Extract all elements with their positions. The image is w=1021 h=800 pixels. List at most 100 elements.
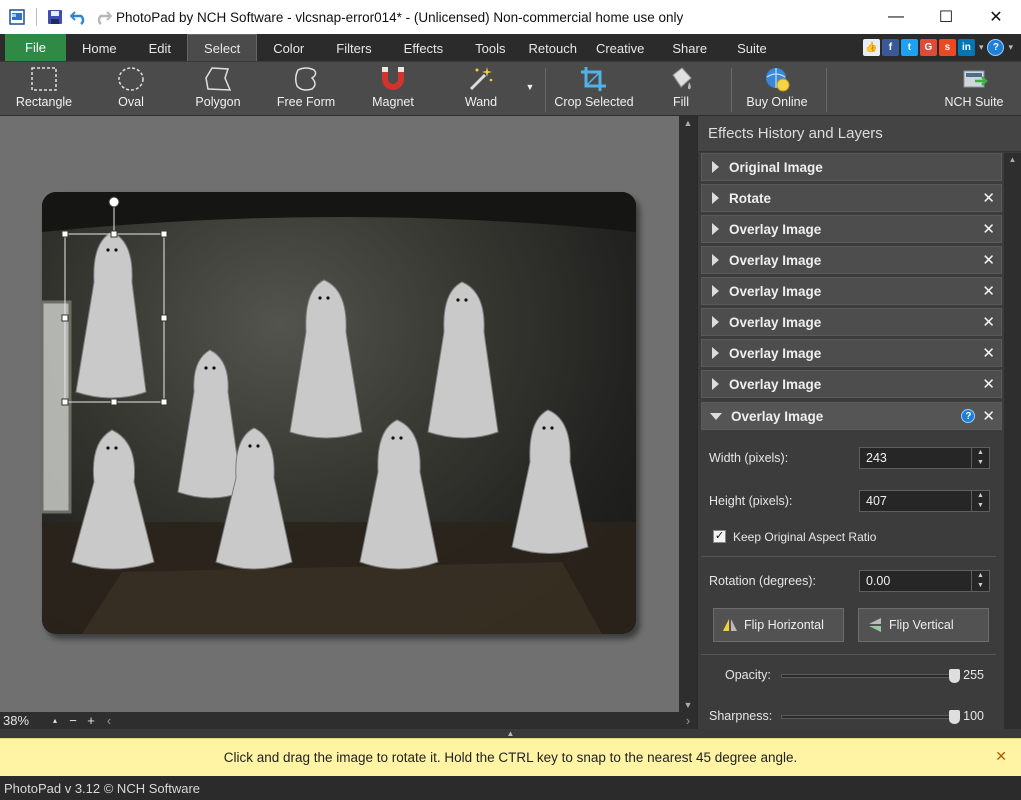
crop-selected-button[interactable]: Crop Selected (554, 64, 634, 114)
tab-select[interactable]: Select (187, 34, 258, 61)
layer-item[interactable]: Original Image (701, 153, 1002, 181)
layer-item[interactable]: Overlay Image ✕ (701, 339, 1002, 367)
splitter-up-icon[interactable]: ▲ (507, 729, 515, 738)
chevron-down-icon[interactable]: ▾ (979, 42, 984, 53)
rectangle-select-icon (30, 64, 58, 94)
redo-icon[interactable] (94, 8, 112, 26)
undo-icon[interactable] (70, 8, 88, 26)
close-button[interactable]: ✕ (971, 0, 1021, 34)
status-bar: PhotoPad v 3.12 © NCH Software (0, 776, 1021, 800)
layer-item[interactable]: Overlay Image ✕ (701, 215, 1002, 243)
remove-icon[interactable]: ✕ (982, 251, 995, 269)
tab-edit[interactable]: Edit (133, 35, 187, 61)
remove-icon[interactable]: ✕ (982, 313, 995, 331)
fill-button[interactable]: Fill (664, 64, 698, 114)
height-field[interactable]: 407 ▲ ▼ (859, 490, 990, 512)
tab-tools[interactable]: Tools (459, 35, 521, 61)
tab-suite[interactable]: Suite (723, 35, 781, 61)
layer-item[interactable]: Overlay Image ✕ (701, 308, 1002, 336)
panel-splitter[interactable]: ▲ (0, 729, 1021, 738)
canvas-vertical-scrollbar[interactable]: ▲ ▼ (679, 116, 697, 712)
buy-online-button[interactable]: Buy Online (745, 64, 809, 114)
layer-item[interactable]: Rotate ✕ (701, 184, 1002, 212)
spin-down-icon[interactable]: ▼ (972, 581, 989, 591)
layer-item[interactable]: Overlay Image ✕ (701, 246, 1002, 274)
remove-icon[interactable]: ✕ (982, 344, 995, 362)
slider-thumb[interactable] (949, 710, 960, 724)
wand-button[interactable]: Wand (460, 64, 502, 114)
expand-icon (712, 378, 719, 390)
magnet-button[interactable]: Magnet (368, 64, 418, 114)
layer-item-active[interactable]: Overlay Image ? ✕ (701, 402, 1002, 430)
tab-filters[interactable]: Filters (320, 35, 387, 61)
tab-color[interactable]: Color (257, 35, 320, 61)
twitter-icon[interactable]: t (900, 38, 918, 56)
title-separator (35, 8, 37, 26)
scroll-down-icon[interactable]: ▼ (679, 700, 697, 710)
help-icon[interactable]: ? (987, 38, 1005, 56)
rotation-field[interactable]: 0.00 ▲ ▼ (859, 570, 990, 592)
panel-scrollbar[interactable]: ▲ (1004, 153, 1021, 729)
linkedin-icon[interactable]: in (957, 38, 975, 56)
fill-label: Fill (673, 95, 689, 109)
flip-horizontal-button[interactable]: Flip Horizontal (713, 608, 844, 642)
rotation-value[interactable]: 0.00 (860, 571, 971, 591)
polygon-select-icon (204, 64, 232, 94)
spin-up-icon[interactable]: ▲ (972, 571, 989, 581)
sharpness-slider[interactable] (781, 710, 960, 724)
width-value[interactable]: 243 (860, 448, 971, 468)
flip-vertical-button[interactable]: Flip Vertical (858, 608, 989, 642)
remove-icon[interactable]: ✕ (982, 189, 995, 207)
tab-file[interactable]: File (5, 34, 66, 61)
close-hint-icon[interactable]: ✕ (995, 748, 1007, 765)
width-field[interactable]: 243 ▲ ▼ (859, 447, 990, 469)
zoom-in-button[interactable]: + (82, 713, 100, 728)
scroll-right-icon[interactable]: › (679, 713, 697, 728)
zoom-out-button[interactable]: − (64, 713, 82, 728)
crop-selected-label: Crop Selected (554, 95, 634, 109)
spin-up-icon[interactable]: ▲ (972, 491, 989, 501)
zoom-dropdown-icon[interactable]: ▴ (46, 716, 64, 725)
canvas-horizontal-scrollbar: 38% ▴ − + ‹ › (0, 712, 697, 729)
help-icon[interactable]: ? (961, 409, 976, 423)
zoom-level[interactable]: 38% (0, 713, 46, 728)
help-dropdown-icon[interactable]: ▾ (1008, 42, 1013, 53)
stumbleupon-icon[interactable]: s (938, 38, 956, 56)
remove-icon[interactable]: ✕ (982, 282, 995, 300)
tab-home[interactable]: Home (66, 35, 133, 61)
app-icon[interactable] (8, 8, 26, 26)
magic-wand-icon (467, 64, 495, 94)
minimize-button[interactable]: — (871, 0, 921, 34)
maximize-button[interactable]: ☐ (921, 0, 971, 34)
panel-scroll-up-icon[interactable]: ▲ (1004, 155, 1021, 164)
spin-down-icon[interactable]: ▼ (972, 501, 989, 511)
layer-item[interactable]: Overlay Image ✕ (701, 370, 1002, 398)
slider-thumb[interactable] (949, 669, 960, 683)
save-icon[interactable] (46, 8, 64, 26)
nch-suite-button[interactable]: NCH Suite (943, 64, 1005, 114)
photo-image[interactable] (42, 192, 636, 634)
tab-creative[interactable]: Creative (584, 35, 656, 61)
remove-icon[interactable]: ✕ (982, 407, 995, 425)
spin-down-icon[interactable]: ▼ (972, 458, 989, 468)
opacity-slider[interactable] (781, 669, 960, 683)
keep-aspect-checkbox[interactable]: ✓ (713, 530, 726, 543)
scroll-up-icon[interactable]: ▲ (679, 118, 697, 128)
spin-up-icon[interactable]: ▲ (972, 448, 989, 458)
height-value[interactable]: 407 (860, 491, 971, 511)
rectangle-button[interactable]: Rectangle (14, 64, 74, 114)
facebook-icon[interactable]: f (881, 38, 899, 56)
scroll-left-icon[interactable]: ‹ (100, 713, 118, 728)
tab-effects[interactable]: Effects (388, 35, 460, 61)
google-plus-icon[interactable]: G (919, 38, 937, 56)
layer-item[interactable]: Overlay Image ✕ (701, 277, 1002, 305)
polygon-button[interactable]: Polygon (192, 64, 244, 114)
remove-icon[interactable]: ✕ (982, 375, 995, 393)
oval-button[interactable]: Oval (106, 64, 156, 114)
tab-share[interactable]: Share (656, 35, 723, 61)
image-canvas[interactable] (0, 116, 679, 712)
like-icon[interactable]: 👍 (862, 38, 880, 56)
tab-retouch[interactable]: Retouch (522, 35, 584, 61)
remove-icon[interactable]: ✕ (982, 220, 995, 238)
free-form-button[interactable]: Free Form (276, 64, 336, 114)
